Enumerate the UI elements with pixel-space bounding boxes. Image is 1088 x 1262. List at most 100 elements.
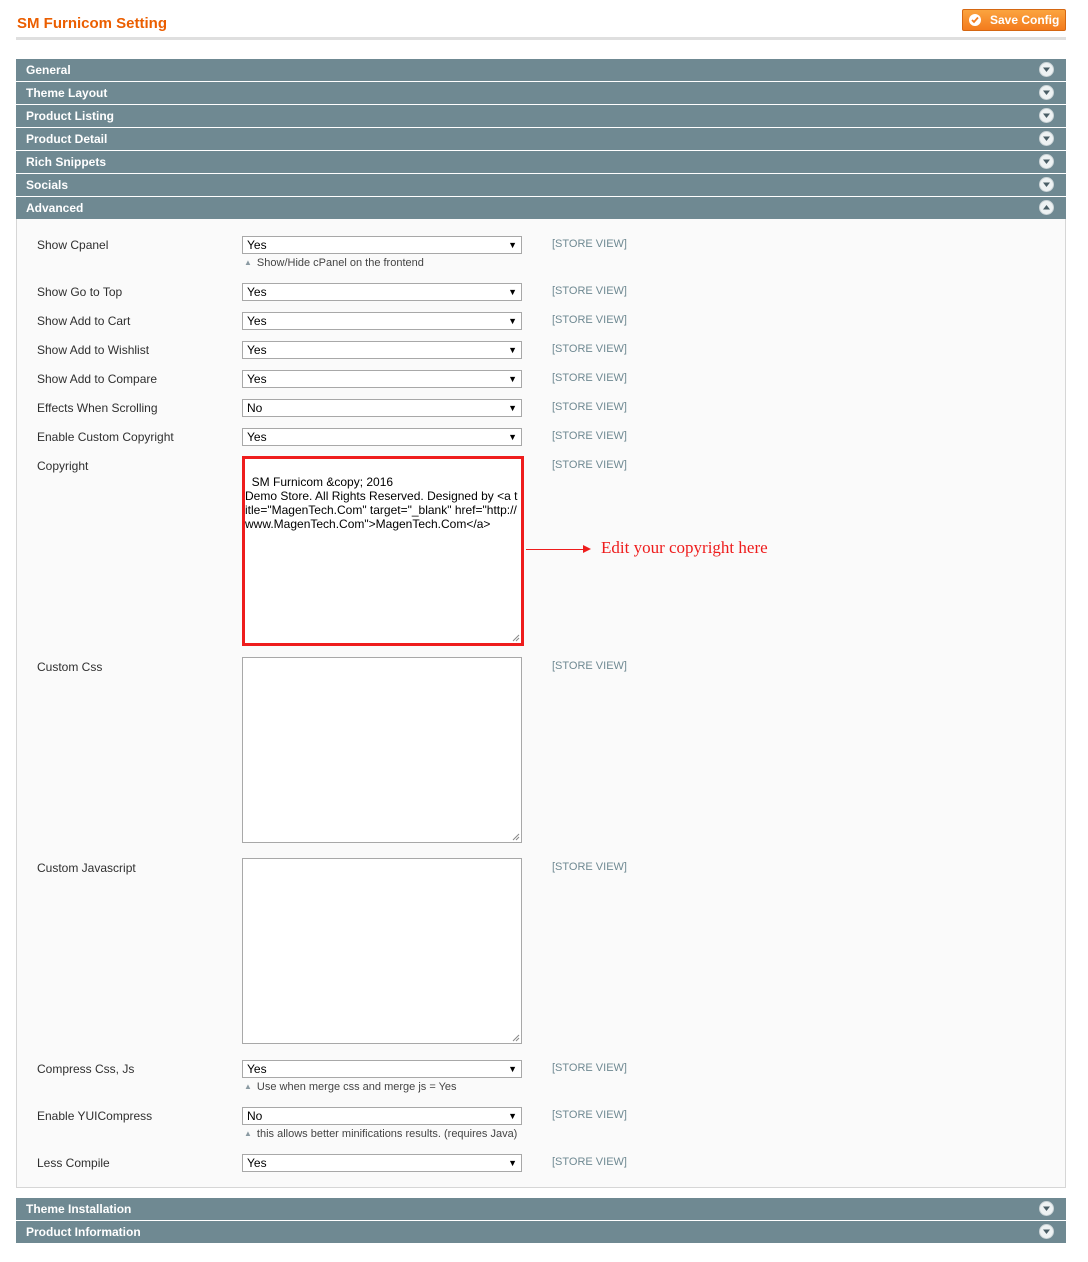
dropdown-arrow-icon: ▼ (508, 1158, 517, 1168)
select-value: Yes (247, 314, 267, 328)
section-product-detail[interactable]: Product Detail (16, 128, 1066, 150)
dropdown-arrow-icon: ▼ (508, 1064, 517, 1074)
section-advanced[interactable]: Advanced (16, 197, 1066, 219)
section-label: Product Detail (26, 132, 108, 146)
scope-label: [STORE VIEW] (552, 1109, 627, 1121)
save-config-button[interactable]: Save Config (962, 9, 1066, 31)
show-cpanel-select[interactable]: Yes ▼ (242, 236, 522, 254)
expand-icon[interactable] (1039, 1201, 1054, 1216)
expand-icon[interactable] (1039, 62, 1054, 77)
compress-css-js-label: Compress Css, Js (37, 1062, 135, 1076)
expand-icon[interactable] (1039, 154, 1054, 169)
field-note: ▲ Use when merge css and merge js = Yes (244, 1081, 457, 1093)
less-compile-label: Less Compile (37, 1156, 110, 1170)
show-add-to-wishlist-select[interactable]: Yes ▼ (242, 341, 522, 359)
custom-javascript-textarea[interactable] (242, 858, 522, 1044)
note-arrow-icon: ▲ (244, 1129, 252, 1138)
enable-custom-copyright-label: Enable Custom Copyright (37, 430, 174, 444)
note-text: Show/Hide cPanel on the frontend (256, 257, 424, 269)
section-socials[interactable]: Socials (16, 174, 1066, 196)
dropdown-arrow-icon: ▼ (508, 316, 517, 326)
select-value: Yes (247, 1156, 267, 1170)
effects-when-scrolling-select[interactable]: No ▼ (242, 399, 522, 417)
show-add-to-cart-label: Show Add to Cart (37, 314, 131, 328)
section-rich-snippets[interactable]: Rich Snippets (16, 151, 1066, 173)
enable-yuicompress-select[interactable]: No ▼ (242, 1107, 522, 1125)
show-go-to-top-select[interactable]: Yes ▼ (242, 283, 522, 301)
compress-css-js-select[interactable]: Yes ▼ (242, 1060, 522, 1078)
title-divider (16, 37, 1066, 40)
section-label: Product Listing (26, 109, 114, 123)
section-label: Rich Snippets (26, 155, 107, 169)
scope-label: [STORE VIEW] (552, 1062, 627, 1074)
section-label: General (26, 63, 71, 77)
section-label: Socials (26, 178, 69, 192)
dropdown-arrow-icon: ▼ (508, 345, 517, 355)
custom-css-label: Custom Css (37, 660, 103, 674)
show-add-to-cart-select[interactable]: Yes ▼ (242, 312, 522, 330)
scope-label: [STORE VIEW] (552, 459, 627, 471)
less-compile-select[interactable]: Yes ▼ (242, 1154, 522, 1172)
annotation-arrow-head (583, 545, 591, 553)
scope-label: [STORE VIEW] (552, 285, 627, 297)
select-value: No (247, 1109, 263, 1123)
dropdown-arrow-icon: ▼ (508, 403, 517, 413)
page-title: SM Furnicom Setting (17, 15, 167, 32)
show-add-to-compare-label: Show Add to Compare (37, 372, 158, 386)
section-label: Advanced (26, 201, 84, 215)
field-note: ▲ Show/Hide cPanel on the frontend (244, 257, 424, 269)
scope-label: [STORE VIEW] (552, 314, 627, 326)
section-product-information[interactable]: Product Information (16, 1221, 1066, 1243)
custom-css-textarea[interactable] (242, 657, 522, 843)
enable-custom-copyright-select[interactable]: Yes ▼ (242, 428, 522, 446)
section-theme-layout[interactable]: Theme Layout (16, 82, 1066, 104)
scope-label: [STORE VIEW] (552, 430, 627, 442)
scope-label: [STORE VIEW] (552, 343, 627, 355)
section-label: Theme Installation (26, 1202, 132, 1216)
section-label: Theme Layout (26, 86, 108, 100)
resize-grip-icon[interactable] (512, 634, 520, 642)
expand-icon[interactable] (1039, 85, 1054, 100)
resize-grip-icon[interactable] (512, 833, 520, 841)
dropdown-arrow-icon: ▼ (508, 374, 517, 384)
section-product-listing[interactable]: Product Listing (16, 105, 1066, 127)
show-go-to-top-label: Show Go to Top (37, 285, 123, 299)
select-value: No (247, 401, 263, 415)
show-add-to-wishlist-label: Show Add to Wishlist (37, 343, 150, 357)
scope-label: [STORE VIEW] (552, 372, 627, 384)
expand-icon[interactable] (1039, 131, 1054, 146)
dropdown-arrow-icon: ▼ (508, 287, 517, 297)
dropdown-arrow-icon: ▼ (508, 1111, 517, 1121)
note-arrow-icon: ▲ (244, 258, 252, 267)
resize-grip-icon[interactable] (512, 1034, 520, 1042)
select-value: Yes (247, 238, 267, 252)
collapse-icon[interactable] (1039, 200, 1054, 215)
copyright-textarea[interactable]: SM Furnicom &copy; 2016 Demo Store. All … (242, 458, 522, 644)
scope-label: [STORE VIEW] (552, 401, 627, 413)
checkmark-icon (969, 14, 981, 26)
note-arrow-icon: ▲ (244, 1082, 252, 1091)
section-general[interactable]: General (16, 59, 1066, 81)
expand-icon[interactable] (1039, 108, 1054, 123)
section-theme-installation[interactable]: Theme Installation (16, 1198, 1066, 1220)
advanced-fieldset (16, 219, 1066, 1188)
save-config-label: Save Config (990, 13, 1060, 27)
effects-when-scrolling-label: Effects When Scrolling (37, 401, 158, 415)
scope-label: [STORE VIEW] (552, 1156, 627, 1168)
show-cpanel-label: Show Cpanel (37, 238, 109, 252)
field-note: ▲ this allows better minifications result… (244, 1128, 517, 1140)
expand-icon[interactable] (1039, 177, 1054, 192)
enable-yuicompress-label: Enable YUICompress (37, 1109, 153, 1123)
show-add-to-compare-select[interactable]: Yes ▼ (242, 370, 522, 388)
section-label: Product Information (26, 1225, 141, 1239)
dropdown-arrow-icon: ▼ (508, 240, 517, 250)
select-value: Yes (247, 372, 267, 386)
select-value: Yes (247, 285, 267, 299)
expand-icon[interactable] (1039, 1224, 1054, 1239)
scope-label: [STORE VIEW] (552, 861, 627, 873)
select-value: Yes (247, 430, 267, 444)
annotation-arrow (526, 549, 586, 550)
note-text: Use when merge css and merge js = Yes (256, 1081, 457, 1093)
select-value: Yes (247, 1062, 267, 1076)
note-text: this allows better minifications results… (256, 1128, 518, 1140)
